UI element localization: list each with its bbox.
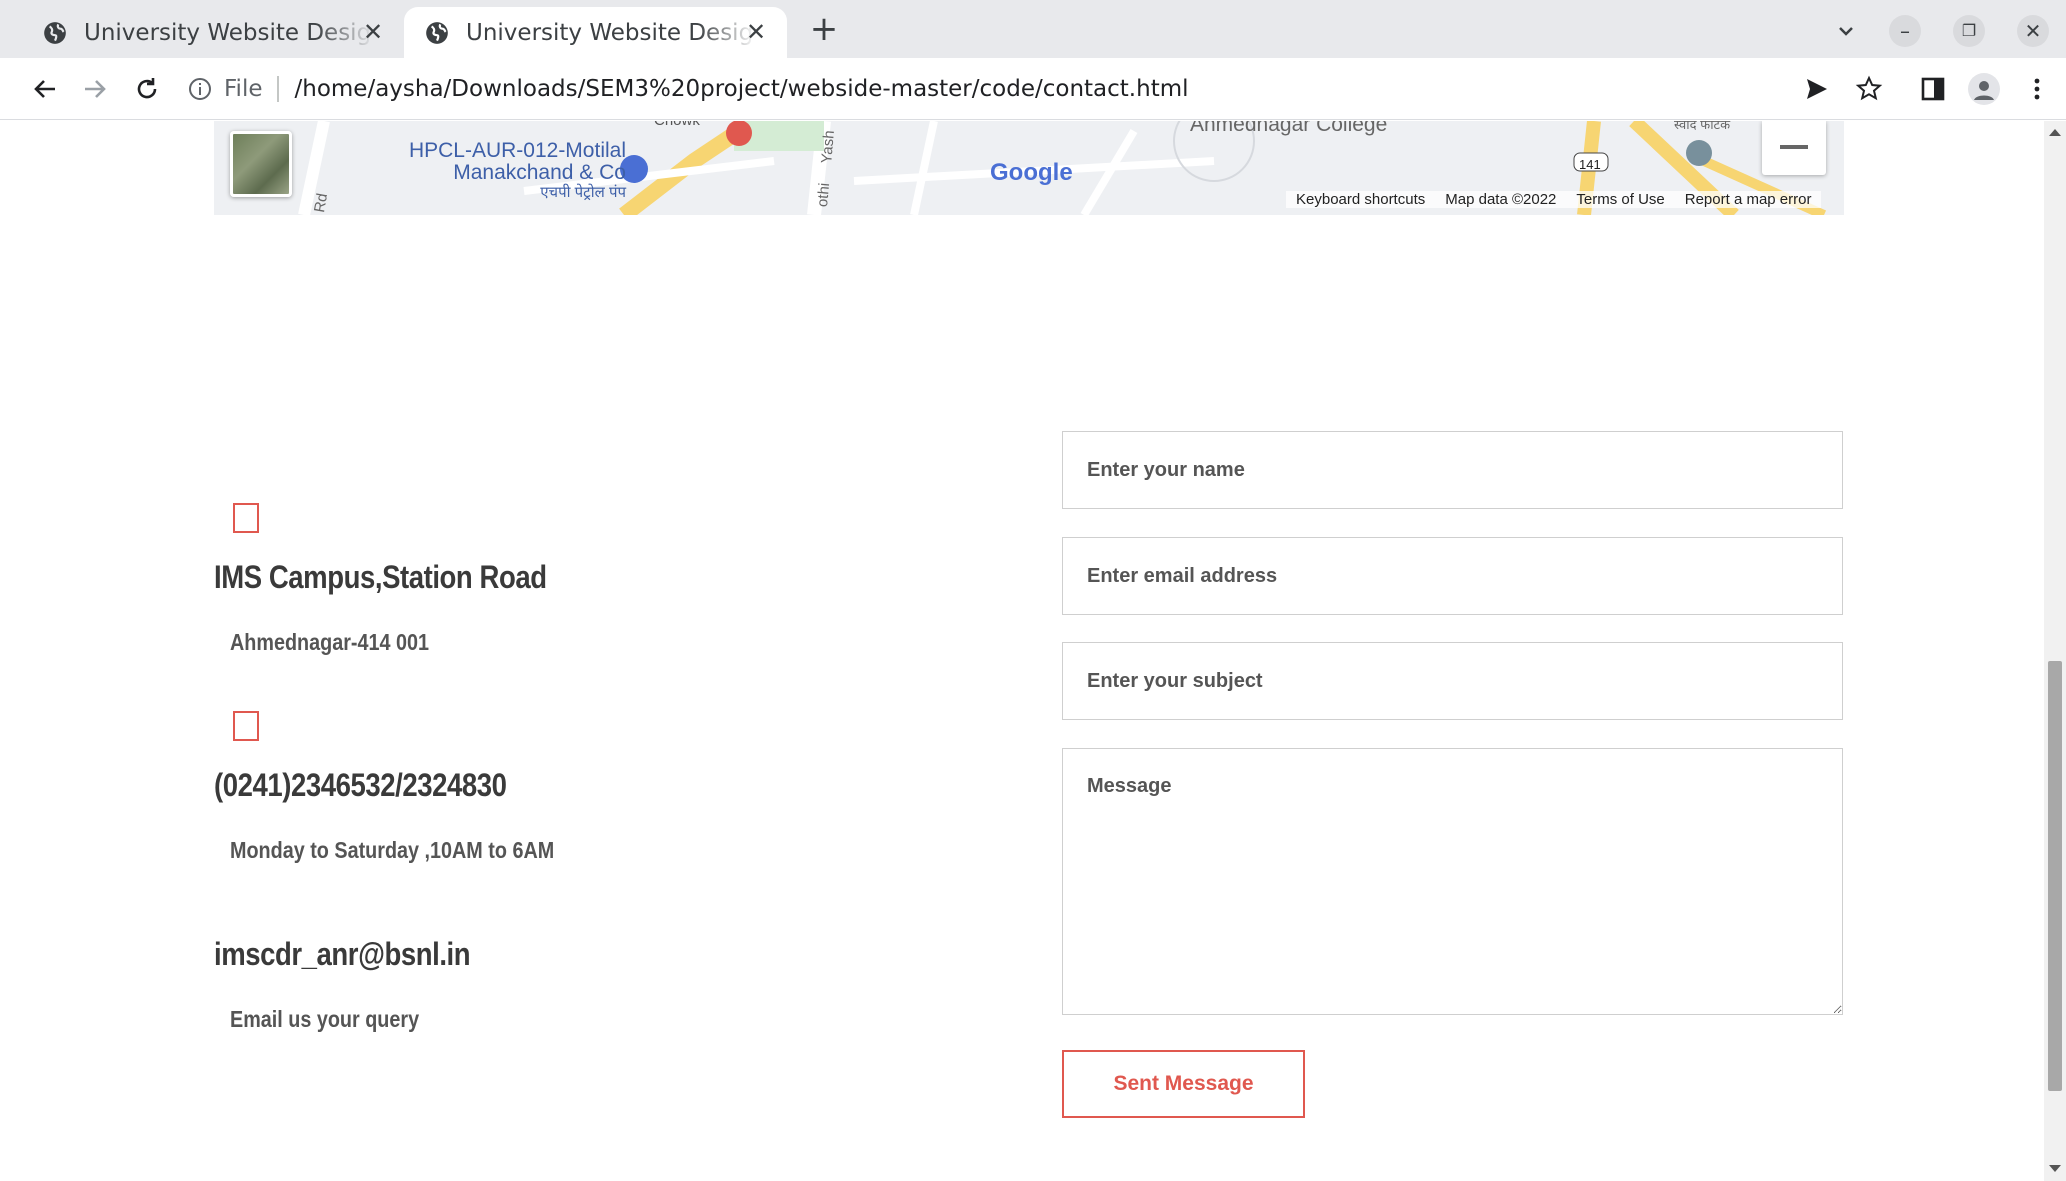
map-label-yash: Yash (818, 129, 838, 165)
scrollbar-thumb[interactable] (2048, 661, 2062, 1091)
satellite-toggle-thumbnail[interactable] (230, 131, 292, 197)
page-viewport: Chowk HPCL-AUR-012-Motilal Manakchand & … (0, 121, 2044, 1181)
map-label-hpcl-3: एचपी पेट्रोल पंप (540, 184, 626, 201)
map-label-marathi: स्वाद फाटक (1674, 121, 1731, 132)
map-label-college: Ahmednagar College (1190, 121, 1388, 136)
globe-icon (426, 21, 448, 44)
map-label-othi: othi (814, 182, 834, 208)
map-attribution: Keyboard shortcuts Map data ©2022 Terms … (1286, 191, 1822, 208)
map-data-text: Map data ©2022 (1435, 191, 1567, 208)
send-message-button[interactable]: Sent Message (1062, 1050, 1305, 1118)
close-window-button[interactable]: ✕ (2017, 15, 2049, 47)
tab-title: University Website Design (466, 19, 756, 46)
back-arrow-icon[interactable] (28, 72, 62, 106)
address-subtitle: Ahmednagar-414 001 (230, 629, 429, 655)
subject-input[interactable] (1062, 642, 1843, 720)
address-title: IMS Campus,Station Road (214, 559, 547, 595)
url-separator (276, 76, 279, 102)
name-input[interactable] (1062, 431, 1843, 509)
new-tab-button[interactable]: + (808, 12, 840, 46)
phone-title: (0241)2346532/2324830 (214, 767, 507, 803)
page-scrollbar[interactable] (2044, 121, 2066, 1181)
scroll-down-arrow-icon[interactable] (2049, 1165, 2061, 1172)
address-bar[interactable]: File /home/aysha/Downloads/SEM3%20projec… (188, 68, 1189, 110)
phone-icon (233, 711, 259, 741)
map-route-shield: 141 (1579, 157, 1601, 172)
info-icon[interactable] (188, 77, 212, 101)
profile-avatar-icon[interactable] (1968, 73, 2000, 105)
tab-university-website-1[interactable]: University Website Design ✕ (24, 7, 404, 58)
close-tab-icon[interactable]: ✕ (360, 19, 386, 45)
scroll-up-arrow-icon[interactable] (2049, 129, 2061, 136)
map-label-chowk: Chowk (654, 121, 700, 131)
menu-kebab-icon[interactable] (2020, 72, 2054, 106)
terms-of-use-link[interactable]: Terms of Use (1566, 191, 1675, 208)
email-input[interactable] (1062, 537, 1843, 615)
google-logo: Google (990, 159, 1073, 186)
tab-title: University Website Design (84, 19, 374, 46)
phone-subtitle: Monday to Saturday ,10AM to 6AM (230, 837, 555, 863)
restore-button[interactable]: ❐ (1953, 15, 1985, 47)
bookmark-star-icon[interactable] (1852, 72, 1886, 106)
minimize-button[interactable]: – (1889, 15, 1921, 47)
url-scheme: File (224, 76, 263, 102)
reload-icon[interactable] (130, 72, 164, 106)
zoom-out-button[interactable] (1762, 121, 1826, 175)
map-label-rd: Rd (311, 191, 332, 214)
report-map-error-link[interactable]: Report a map error (1674, 191, 1822, 208)
address-icon (233, 503, 259, 533)
url-text[interactable]: /home/aysha/Downloads/SEM3%20project/web… (295, 76, 1189, 102)
browser-toolbar: File /home/aysha/Downloads/SEM3%20projec… (0, 58, 2066, 120)
tab-search-chevron-icon[interactable] (1830, 15, 1862, 47)
tab-strip: University Website Design ✕ University W… (0, 0, 2066, 58)
keyboard-shortcuts-link[interactable]: Keyboard shortcuts (1286, 191, 1436, 208)
tab-university-website-2[interactable]: University Website Design ✕ (404, 7, 787, 58)
forward-arrow-icon[interactable] (78, 72, 112, 106)
globe-icon (44, 21, 66, 44)
map-label-hpcl-2: Manakchand & Co (453, 161, 626, 184)
email-title: imscdr_anr@bsnl.in (214, 936, 471, 972)
message-textarea[interactable] (1062, 748, 1843, 1015)
email-subtitle: Email us your query (230, 1006, 420, 1032)
side-panel-icon[interactable] (1916, 72, 1950, 106)
close-tab-icon[interactable]: ✕ (743, 19, 769, 45)
send-to-devices-icon[interactable] (1800, 72, 1834, 106)
map-label-hpcl-1: HPCL-AUR-012-Motilal (408, 139, 626, 162)
embedded-map[interactable]: Chowk HPCL-AUR-012-Motilal Manakchand & … (214, 121, 1844, 215)
